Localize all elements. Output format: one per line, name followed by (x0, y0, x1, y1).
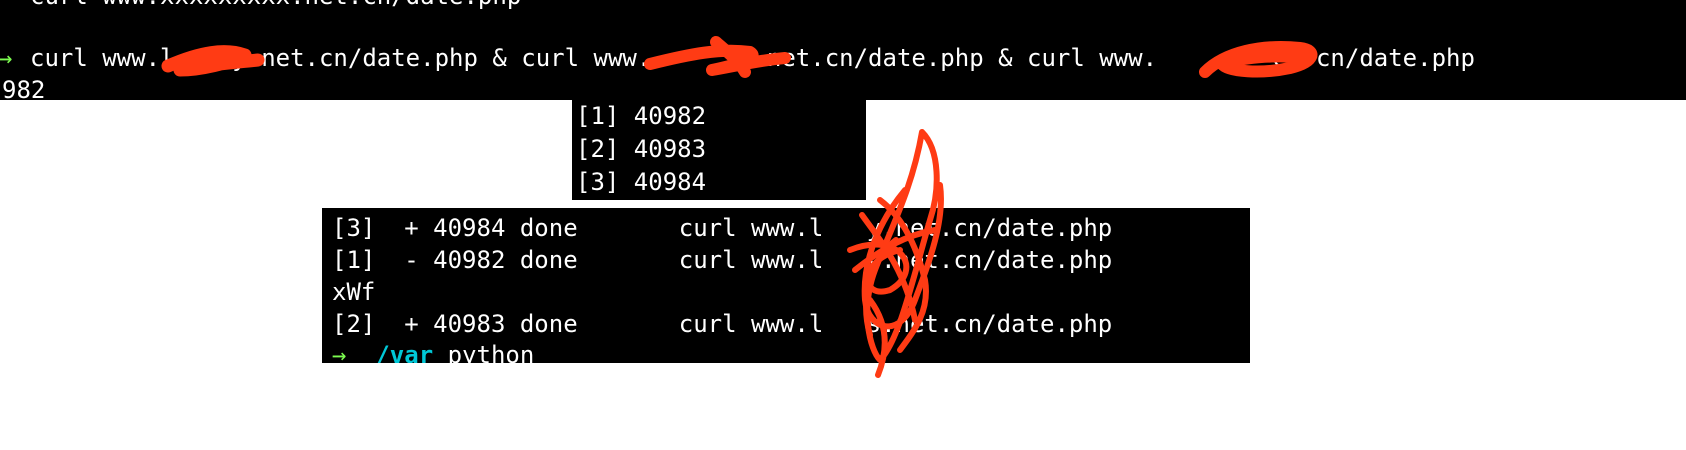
pid-line: 982 (2, 76, 46, 100)
job-done-line: [1] - 40982 done curl www.l y.net.cn/dat… (332, 246, 1113, 274)
prompt-arrow-icon: → (332, 341, 347, 363)
command-line: curl www.l y.net.cn/date.php & curl www.… (30, 44, 1475, 72)
background-jobs-terminal-crop: [1] 40982 [2] 40983 [3] 40984 (572, 100, 866, 200)
job-done-line: [3] + 40984 done curl www.l y.net.cn/dat… (332, 214, 1113, 242)
prompt-directory: /var (375, 341, 434, 363)
cut-off-command-line: curl www.xxxxxxxxx.net.cn/date.php (30, 0, 521, 10)
shell-prompt[interactable]: → /var python (332, 341, 534, 363)
top-terminal-crop: curl www.xxxxxxxxx.net.cn/date.php → cur… (0, 0, 1686, 100)
prompt-arrow-icon: → (0, 44, 13, 72)
job-completion-terminal-crop: [3] + 40984 done curl www.l y.net.cn/dat… (322, 208, 1250, 363)
prompt-command: python (447, 341, 535, 363)
job-line: [3] 40984 (576, 168, 707, 196)
response-output-line: xWf (332, 278, 376, 306)
job-done-line: [2] + 40983 done curl www.l s.net.cn/dat… (332, 310, 1113, 338)
job-line: [2] 40983 (576, 135, 707, 163)
job-line: [1] 40982 (576, 102, 707, 130)
